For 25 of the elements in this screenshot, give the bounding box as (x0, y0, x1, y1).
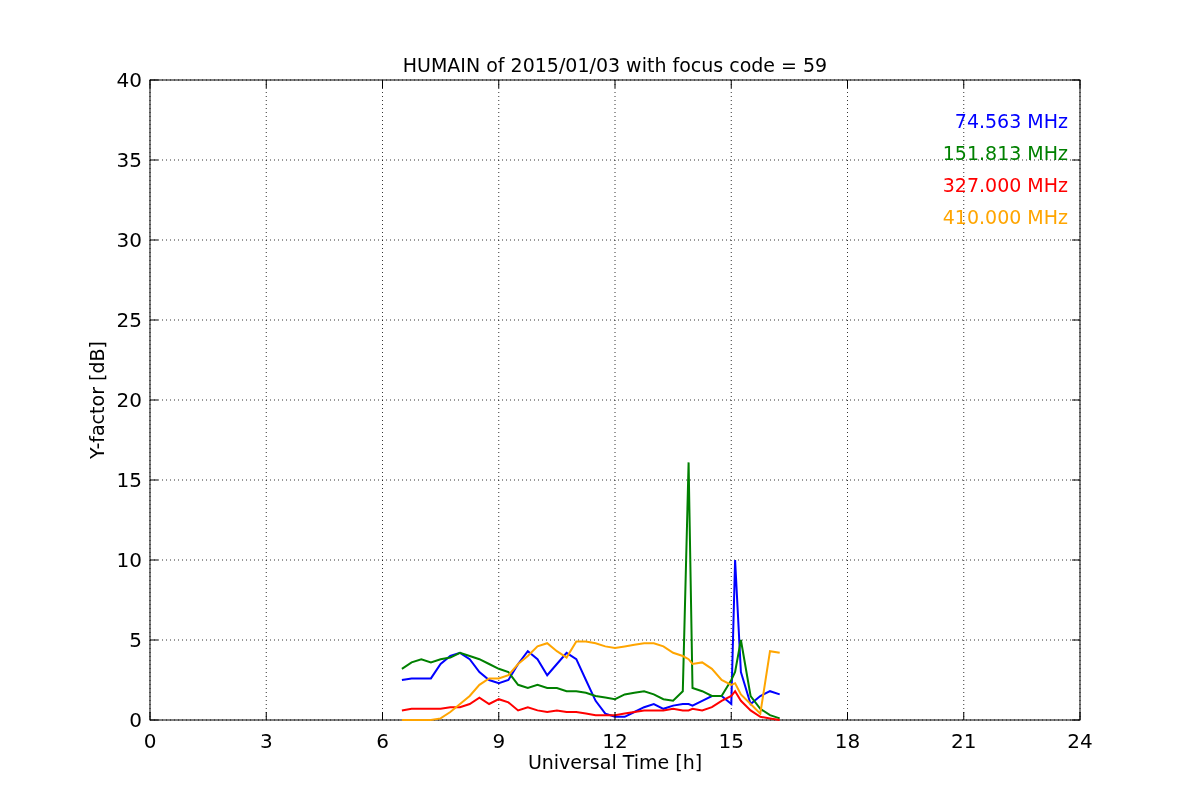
tick-label: 0 (129, 708, 142, 732)
tick-label: 18 (834, 729, 861, 753)
tick-label: 35 (116, 148, 142, 172)
legend-label: 151.813 MHz (942, 142, 1068, 164)
tick-label: 6 (376, 729, 389, 753)
chart-title: HUMAIN of 2015/01/03 with focus code = 59 (402, 54, 828, 76)
tick-label: 40 (116, 68, 142, 92)
tick-label: 3 (259, 729, 273, 753)
legend-label: 74.563 MHz (954, 110, 1068, 132)
tick-label: 20 (116, 388, 142, 412)
tick-label: 24 (1067, 729, 1093, 753)
tick-label: 0 (143, 729, 157, 753)
axis-label: Universal Time [h] (527, 751, 703, 773)
tick-label: 10 (116, 548, 142, 572)
tick-label: 12 (602, 729, 628, 753)
tick-label: 15 (116, 468, 142, 492)
legend-label: 327.000 MHz (942, 174, 1068, 196)
tick-label: 25 (116, 308, 142, 332)
tick-label: 5 (129, 628, 142, 652)
tick-label: 15 (718, 729, 744, 753)
legend-label: 410.000 MHz (942, 206, 1068, 228)
tick-label: 21 (951, 729, 977, 753)
tick-label: 9 (492, 729, 506, 753)
axis-label: Y-factor [dB] (86, 341, 108, 459)
tick-label: 30 (116, 228, 142, 252)
